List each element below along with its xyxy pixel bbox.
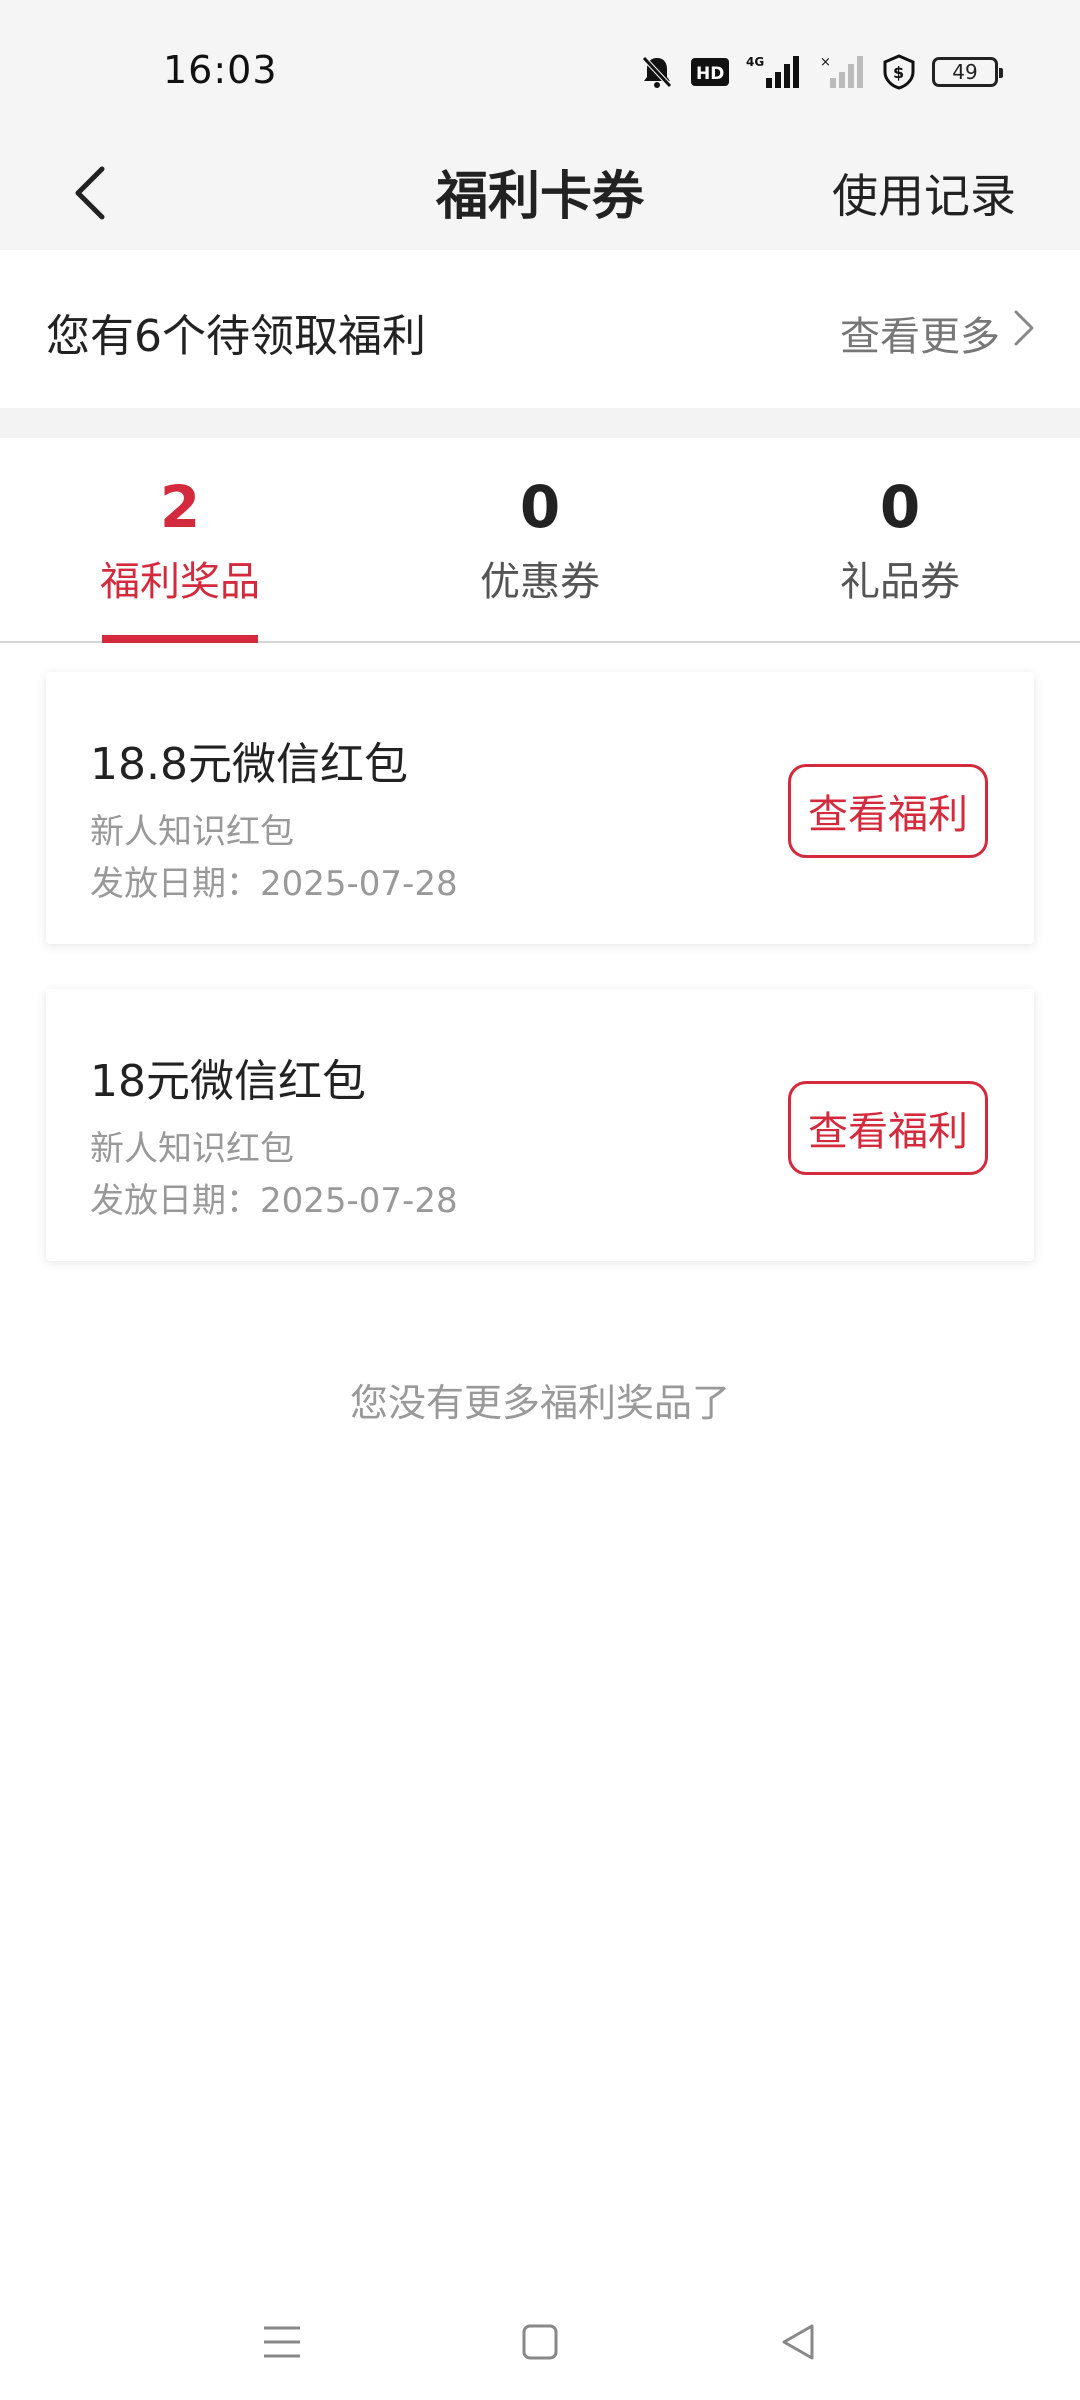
pending-welfare-text: 您有6个待领取福利: [46, 311, 426, 362]
active-tab-indicator: [102, 635, 258, 643]
svg-text:HD: HD: [696, 64, 724, 84]
back-triangle-icon[interactable]: [768, 2312, 828, 2372]
system-nav-bar: [0, 2290, 1080, 2400]
see-more-label: 查看更多: [840, 314, 1000, 360]
signal-no-service-icon: ×: [820, 54, 866, 90]
see-more-link[interactable]: 查看更多: [840, 304, 1036, 362]
chevron-right-icon: [1012, 308, 1036, 358]
pending-welfare-row[interactable]: 您有6个待领取福利 查看更多: [0, 250, 1080, 408]
card-title: 18.8元微信红包: [90, 739, 408, 790]
tab-count: 0: [879, 473, 921, 541]
tab-gift-vouchers[interactable]: 0 礼品券: [750, 438, 1050, 641]
usage-record-button[interactable]: 使用记录: [832, 160, 1016, 226]
end-of-list-note: 您没有更多福利奖品了: [349, 1381, 730, 1425]
card-subtitle: 新人知识红包: [90, 1129, 294, 1169]
welfare-card: 18元微信红包 新人知识红包 发放日期：2025-07-28 查看福利: [46, 989, 1034, 1261]
tab-count: 0: [519, 473, 561, 541]
menu-icon[interactable]: [252, 2312, 312, 2372]
status-icons: HD 4G × $ 49: [640, 52, 1003, 92]
card-issue-date: 发放日期：2025-07-28: [90, 864, 458, 904]
status-time: 16:03: [163, 48, 278, 92]
home-square-icon[interactable]: [510, 2312, 570, 2372]
card-subtitle: 新人知识红包: [90, 812, 294, 852]
hd-icon: HD: [690, 57, 730, 87]
tab-label: 礼品券: [840, 559, 960, 605]
card-title: 18元微信红包: [90, 1056, 366, 1107]
nav-bar: 福利卡券 使用记录: [0, 140, 1080, 250]
tab-label: 福利奖品: [100, 559, 260, 605]
tab-label: 优惠券: [480, 559, 600, 605]
view-welfare-button[interactable]: 查看福利: [788, 1081, 988, 1175]
card-issue-date: 发放日期：2025-07-28: [90, 1181, 458, 1221]
view-welfare-button[interactable]: 查看福利: [788, 764, 988, 858]
bell-muted-icon: [640, 54, 674, 90]
svg-text:×: ×: [820, 55, 831, 70]
section-divider: [0, 408, 1080, 438]
svg-text:4G: 4G: [746, 55, 764, 69]
signal-4g-icon: 4G: [746, 54, 804, 90]
shield-dollar-icon: $: [882, 54, 916, 90]
battery-icon: 49: [932, 57, 1003, 87]
status-bar: 16:03 HD 4G × $ 49: [0, 0, 1080, 140]
svg-text:$: $: [893, 63, 904, 82]
tab-coupons[interactable]: 0 优惠券: [390, 438, 690, 641]
welfare-card: 18.8元微信红包 新人知识红包 发放日期：2025-07-28 查看福利: [46, 672, 1034, 944]
tab-count: 2: [159, 473, 201, 541]
tab-welfare-prizes[interactable]: 2 福利奖品: [30, 438, 330, 643]
tab-bar: 2 福利奖品 0 优惠券 0 礼品券: [0, 438, 1080, 643]
